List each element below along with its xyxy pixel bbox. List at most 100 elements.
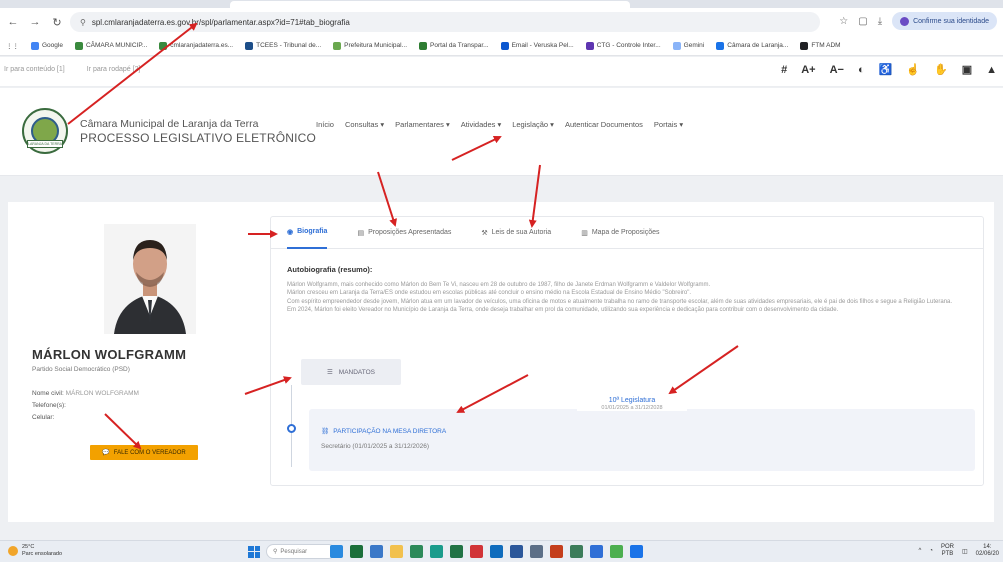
autobiography-text: Márlon Wolfgramm, mais conhecido como Má…	[287, 281, 975, 315]
app-icon[interactable]	[330, 545, 343, 558]
civil-name-value: MÁRLON WOLFGRAMM	[65, 390, 139, 397]
accessibility-bar: Ir para conteúdo [1] Ir para rodapé [2] …	[0, 57, 1003, 87]
bookmark-item[interactable]: Câmara de Laranja...	[716, 41, 788, 50]
mobile-label: Celular:	[32, 414, 55, 421]
list-icon: ☰	[326, 369, 333, 376]
nav-consultas[interactable]: Consultas ▾	[345, 120, 384, 129]
download-icon[interactable]: ⤓	[878, 16, 882, 27]
chrome-icon[interactable]	[410, 545, 423, 558]
bookmark-item[interactable]: Google	[31, 41, 63, 50]
url-input[interactable]: ⚲ spl.cmlaranjadaterra.es.gov.br/spl/par…	[70, 12, 820, 32]
app-icon[interactable]	[530, 545, 543, 558]
app-icon[interactable]	[610, 545, 623, 558]
app-icon[interactable]	[370, 545, 383, 558]
language-indicator[interactable]: POR PTB	[941, 544, 954, 558]
font-increase-icon[interactable]: A+	[801, 64, 815, 76]
system-name: PROCESSO LEGISLATIVO ELETRÔNICO	[80, 131, 317, 145]
apps-icon[interactable]: ⋮⋮	[6, 42, 19, 50]
bookmark-item[interactable]: CTG - Controle Inter...	[585, 41, 661, 50]
tab-mapa[interactable]: ▥ Mapa de Proposições	[581, 217, 659, 249]
map-icon[interactable]: ▣	[962, 63, 972, 76]
font-decrease-icon[interactable]: A−	[830, 64, 844, 76]
forward-icon[interactable]: →	[26, 13, 44, 31]
sign-language-icon[interactable]: ✋	[934, 63, 948, 76]
tab-biografia[interactable]: ◉ Biografia	[287, 217, 328, 249]
app-icon[interactable]	[430, 545, 443, 558]
weather-widget[interactable]: 25°C Parc ensolarado	[8, 544, 62, 558]
site-info-icon[interactable]: ⚲	[80, 18, 86, 27]
app-icon[interactable]	[590, 545, 603, 558]
spacer	[0, 522, 1003, 540]
bookmark-item[interactable]: Portal da Transpar...	[419, 41, 489, 50]
windows-start-icon[interactable]	[248, 545, 260, 558]
folder-icon[interactable]	[390, 545, 403, 558]
mandatos-button[interactable]: ☰ MANDATOS	[301, 359, 401, 385]
brand: Câmara Municipal de Laranja da Terra PRO…	[80, 118, 316, 145]
taskbar-apps	[330, 545, 643, 558]
bio-paragraph: Márlon Wolfgramm, mais conhecido como Má…	[287, 282, 711, 288]
app-icon[interactable]	[490, 545, 503, 558]
autobiography-title: Autobiografia (resumo):	[287, 265, 373, 274]
volume-icon[interactable]: ◫	[962, 548, 968, 555]
star-icon[interactable]: ☆	[839, 16, 848, 27]
word-icon[interactable]	[510, 545, 523, 558]
party-name: Partido Social Democrático (PSD)	[32, 366, 130, 373]
hand-pointer-icon[interactable]: ☝	[906, 63, 920, 76]
bookmark-item[interactable]: Email - Veruska Pel...	[500, 41, 574, 50]
app-icon[interactable]	[350, 545, 363, 558]
legislature-label: 10ª Legislatura 01/01/2025 a 31/12/2028	[577, 397, 687, 411]
address-bar-row: ← → ↻ ⚲ spl.cmlaranjadaterra.es.gov.br/s…	[0, 8, 1003, 36]
network-icon[interactable]: ◔	[929, 548, 933, 554]
clock[interactable]: 14: 02/06/20	[976, 544, 999, 558]
board-role: Secretário (01/01/2025 a 31/12/2026)	[321, 443, 430, 450]
councilor-photo	[104, 224, 196, 334]
org-chart-icon: ⛓	[321, 428, 330, 435]
bookmark-item[interactable]: Prefeitura Municipal...	[333, 41, 407, 50]
extensions-icon[interactable]: ▢	[858, 16, 867, 27]
bookmark-item[interactable]: FTM ADM	[800, 41, 841, 50]
nav-legislacao[interactable]: Legislação ▾	[512, 120, 554, 129]
lock-icon[interactable]: ▲	[986, 64, 997, 76]
app-icon[interactable]	[570, 545, 583, 558]
browser-tab[interactable]	[230, 1, 630, 8]
taskbar: 25°C Parc ensolarado ⚲ Pesquisar ^ ◔ POR PT…	[0, 540, 1003, 562]
accessibility-icon[interactable]: ♿	[879, 63, 893, 76]
bookmarks-bar: ⋮⋮ Google CÂMARA MUNICIP... cmlaranjadat…	[0, 36, 1003, 56]
civil-name-label: Nome civil:	[32, 390, 64, 397]
tab-leis[interactable]: ⚒ Leis de sua Autoria	[481, 217, 551, 249]
profile-tabs-card: ◉ Biografia ▤ Proposições Apresentadas ⚒ Le…	[270, 216, 984, 486]
profile-button[interactable]: Confirme sua identidade	[892, 12, 997, 30]
bookmark-item[interactable]: Gemini	[672, 41, 704, 50]
app-icon[interactable]	[470, 545, 483, 558]
nav-autenticar[interactable]: Autenticar Documentos	[565, 120, 643, 129]
bio-paragraph: Márlon cresceu em Laranja da Terra/ES on…	[287, 290, 692, 297]
gavel-icon: ⚒	[481, 229, 488, 237]
sun-icon	[8, 546, 18, 556]
back-icon[interactable]: ←	[4, 13, 22, 31]
bookmark-item[interactable]: CÂMARA MUNICIP...	[74, 41, 147, 50]
url-text: spl.cmlaranjadaterra.es.gov.br/spl/parla…	[91, 17, 350, 27]
edge-icon[interactable]	[630, 545, 643, 558]
talk-to-councilor-button[interactable]: 💬 FALE COM O VEREADOR	[90, 445, 198, 460]
logo-banner: LARANJA DA TERRA	[27, 140, 63, 148]
skip-content-link[interactable]: Ir para conteúdo [1]	[4, 66, 65, 73]
skip-footer-link[interactable]: Ir para rodapé [2]	[87, 66, 141, 73]
excel-icon[interactable]	[450, 545, 463, 558]
nav-portais[interactable]: Portais ▾	[654, 120, 683, 129]
chamber-logo[interactable]: LARANJA DA TERRA	[22, 108, 68, 154]
user-icon: ◉	[287, 228, 294, 236]
nav-parlamentares[interactable]: Parlamentares ▾	[395, 120, 450, 129]
tab-proposicoes[interactable]: ▤ Proposições Apresentadas	[357, 217, 451, 249]
home-icon[interactable]: #	[781, 64, 787, 76]
app-icon[interactable]	[550, 545, 563, 558]
legislature-name: 10ª Legislatura	[608, 397, 656, 404]
reload-icon[interactable]: ↻	[48, 13, 66, 31]
contrast-icon[interactable]: ◐	[858, 64, 865, 76]
bookmark-item[interactable]: cmlaranjadaterra.es...	[159, 41, 233, 50]
bookmark-item[interactable]: TCEES - Tribunal de...	[245, 41, 321, 50]
taskbar-search[interactable]: ⚲ Pesquisar	[266, 544, 336, 559]
nav-atividades[interactable]: Atividades ▾	[461, 120, 501, 129]
nav-inicio[interactable]: Início	[316, 120, 334, 129]
chevron-up-icon[interactable]: ^	[919, 548, 922, 554]
system-tray: ^ ◔ POR PTB ◫ 14: 02/06/20	[919, 544, 1000, 558]
